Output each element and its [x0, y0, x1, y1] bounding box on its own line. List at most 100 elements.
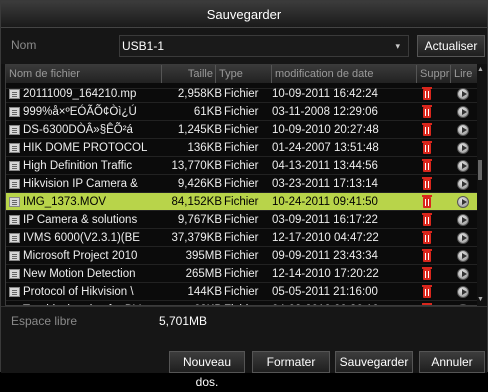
- new-folder-button[interactable]: Nouveau dos.: [169, 351, 245, 389]
- device-select[interactable]: USB1-1 ▾: [119, 35, 409, 57]
- table-row[interactable]: Hikvision IP Camera & 9,426KB Fichier 03-23…: [6, 175, 478, 193]
- file-size: 144KB: [187, 286, 222, 298]
- play-icon[interactable]: [457, 286, 469, 298]
- cancel-button[interactable]: Annuler: [419, 351, 485, 373]
- table-row[interactable]: High Definition Traffic 13,770KB Fichier 04…: [6, 157, 478, 175]
- delete-icon[interactable]: [422, 195, 432, 208]
- table-row[interactable]: 999%å×ºEÓÃÕ¢Òì¿Ú 61KB Fichier 03-11-2008 12…: [6, 103, 478, 121]
- table-row[interactable]: IP Camera & solutions 9,767KB Fichier 03-09…: [6, 211, 478, 229]
- chevron-down-icon: ▾: [395, 41, 400, 51]
- file-icon: [9, 251, 20, 261]
- play-icon[interactable]: [457, 304, 469, 305]
- table-row[interactable]: 20111009_164210.mp 2,958KB Fichier 10-09-20…: [6, 85, 478, 103]
- delete-icon[interactable]: [422, 87, 432, 100]
- file-date: 09-09-2011 23:43:34: [272, 250, 378, 262]
- file-icon: [9, 287, 20, 297]
- file-date: 05-05-2011 21:16:00: [272, 286, 378, 298]
- file-name: HIK DOME PROTOCOL: [23, 142, 148, 154]
- free-space-label: Espace libre: [11, 314, 78, 328]
- table-row[interactable]: Troubleshooting for DV62KBFichier04-08-2…: [6, 301, 478, 305]
- file-date: 10-09-2011 16:42:24: [272, 88, 378, 100]
- file-size: 136KB: [187, 142, 222, 154]
- file-size: 37,379KB: [171, 232, 222, 244]
- file-date: 04-13-2011 13:44:56: [272, 160, 378, 172]
- delete-icon[interactable]: [422, 249, 432, 262]
- delete-icon[interactable]: [422, 141, 432, 154]
- file-icon: [9, 107, 20, 117]
- column-header-name[interactable]: Nom de fichier: [6, 65, 162, 83]
- file-type: Fichier: [224, 142, 259, 154]
- scroll-thumb[interactable]: [478, 160, 482, 180]
- table-rows: 20111009_164210.mp 2,958KB Fichier 10-09-20…: [6, 83, 482, 305]
- scrollbar[interactable]: ▲ ▼: [477, 64, 484, 306]
- delete-icon[interactable]: [422, 123, 432, 136]
- file-type: Fichier: [224, 196, 259, 208]
- table-row[interactable]: IVMS 6000(V2.3.1)(BE 37,379KB Fichier 12-17…: [6, 229, 478, 247]
- play-icon[interactable]: [457, 232, 469, 244]
- file-date: 12-17-2010 04:47:22: [272, 232, 379, 244]
- play-icon[interactable]: [457, 268, 469, 280]
- table-row[interactable]: IMG_1373.MOV 84,152KB Fichier 10-24-2011 09…: [6, 193, 478, 211]
- table-row[interactable]: HIK DOME PROTOCOL 136KB Fichier 01-24-2007 …: [6, 139, 478, 157]
- file-size: 2,958KB: [177, 88, 222, 100]
- backup-button[interactable]: Sauvegarder: [335, 351, 413, 373]
- file-name: 999%å×ºEÓÃÕ¢Òì¿Ú: [23, 106, 137, 118]
- column-header-delete: Suppri: [417, 65, 451, 83]
- file-date: 04-08-2010 00:36:10: [272, 301, 412, 305]
- delete-icon[interactable]: [422, 177, 432, 190]
- play-icon[interactable]: [457, 196, 469, 208]
- file-size: 9,767KB: [177, 214, 222, 226]
- file-date: 03-11-2008 12:29:06: [272, 106, 378, 118]
- file-name: New Motion Detection: [23, 268, 136, 280]
- file-size: 61KB: [193, 106, 222, 118]
- file-type: Fichier: [224, 214, 259, 226]
- device-select-value: USB1-1: [122, 39, 165, 53]
- table-row[interactable]: DS-6300DÒÂ»§ÊÕ²á 1,245KB Fichier 10-09-2010…: [6, 121, 478, 139]
- play-icon[interactable]: [457, 88, 469, 100]
- scroll-down-icon[interactable]: ▼: [477, 296, 484, 304]
- column-header-type[interactable]: Type: [216, 65, 272, 83]
- play-icon[interactable]: [457, 178, 469, 190]
- file-size: 1,245KB: [177, 124, 222, 136]
- delete-icon[interactable]: [422, 213, 432, 226]
- table-row[interactable]: Protocol of Hikvision \ 144KB Fichier 05-05…: [6, 283, 478, 301]
- format-button[interactable]: Formater: [252, 351, 330, 373]
- file-type: Fichier: [224, 286, 259, 298]
- file-icon: [9, 197, 20, 207]
- file-icon: [9, 125, 20, 135]
- scroll-up-icon[interactable]: ▲: [477, 66, 484, 74]
- file-type: Fichier: [224, 124, 259, 136]
- dialog-title: Sauvegarder: [1, 1, 487, 28]
- file-date: 01-24-2007 13:51:48: [272, 142, 379, 154]
- table-row[interactable]: New Motion Detection 265MB Fichier 12-14-20…: [6, 265, 478, 283]
- file-size: 84,152KB: [171, 196, 222, 208]
- backup-dialog: Sauvegarder Nom USB1-1 ▾ Actualiser Nom …: [0, 0, 488, 389]
- free-space-row: Espace libre 5,701MB: [1, 306, 487, 351]
- file-date: 10-24-2011 09:41:50: [272, 196, 378, 208]
- file-name: 20111009_164210.mp: [23, 88, 137, 100]
- file-type: Fichier: [224, 268, 259, 280]
- file-type: Fichier: [224, 250, 259, 262]
- column-header-size[interactable]: Taille: [162, 65, 216, 83]
- refresh-button[interactable]: Actualiser: [417, 35, 485, 57]
- delete-icon[interactable]: [422, 231, 432, 244]
- play-icon[interactable]: [457, 160, 469, 172]
- file-name: IP Camera & solutions: [23, 214, 138, 226]
- delete-icon[interactable]: [422, 105, 432, 118]
- file-name: DS-6300DÒÂ»§ÊÕ²á: [23, 124, 133, 136]
- device-row: Nom USB1-1 ▾ Actualiser: [1, 28, 487, 64]
- play-icon[interactable]: [457, 106, 469, 118]
- file-size: 395MB: [185, 250, 222, 262]
- play-icon[interactable]: [457, 250, 469, 262]
- footer-buttons: Nouveau dos. Formater Sauvegarder Annule…: [1, 351, 487, 389]
- delete-icon[interactable]: [422, 159, 432, 172]
- play-icon[interactable]: [457, 214, 469, 226]
- play-icon[interactable]: [457, 124, 469, 136]
- table-row[interactable]: Microsoft Project 2010 395MB Fichier 09-09-…: [6, 247, 478, 265]
- file-type: Fichier: [224, 178, 259, 190]
- play-icon[interactable]: [457, 142, 469, 154]
- delete-icon[interactable]: [422, 285, 432, 298]
- file-size: 62KB: [162, 301, 222, 305]
- delete-icon[interactable]: [422, 267, 432, 280]
- column-header-date[interactable]: modification de date: [272, 65, 417, 83]
